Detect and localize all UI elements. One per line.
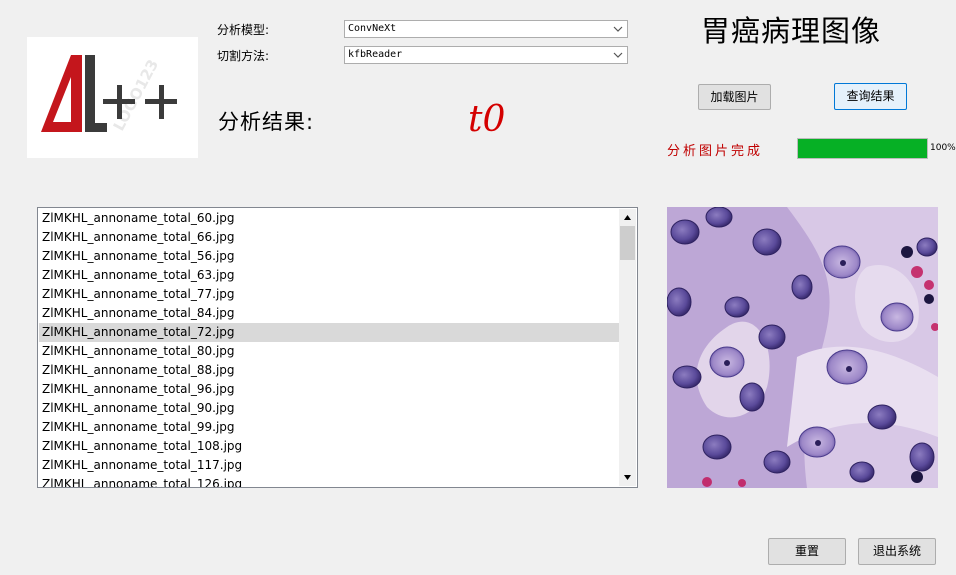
list-item[interactable]: ZlMKHL_annoname_total_84.jpg xyxy=(39,304,619,323)
status-text: 分析图片完成 xyxy=(667,144,764,159)
list-item[interactable]: ZlMKHL_annoname_total_63.jpg xyxy=(39,266,619,285)
image-preview xyxy=(667,207,938,488)
query-result-button[interactable]: 查询结果 xyxy=(834,83,907,110)
file-list[interactable]: ZlMKHL_annoname_total_60.jpg ZlMKHL_annon… xyxy=(37,207,638,488)
list-item[interactable]: ZlMKHL_annoname_total_66.jpg xyxy=(39,228,619,247)
result-label: 分析结果: xyxy=(218,110,315,134)
list-item[interactable]: ZlMKHL_annoname_total_72.jpg xyxy=(39,323,619,342)
result-value: t0 xyxy=(468,99,506,140)
model-label: 分析模型: xyxy=(217,23,270,37)
progress-fill xyxy=(798,139,927,158)
list-item[interactable]: ZlMKHL_annoname_total_90.jpg xyxy=(39,399,619,418)
list-item[interactable]: ZlMKHL_annoname_total_60.jpg xyxy=(39,209,619,228)
list-item[interactable]: ZlMKHL_annoname_total_77.jpg xyxy=(39,285,619,304)
list-item[interactable]: ZlMKHL_annoname_total_108.jpg xyxy=(39,437,619,456)
cut-label: 切割方法: xyxy=(217,49,270,63)
cut-method-value: kfbReader xyxy=(348,49,403,60)
chevron-down-icon xyxy=(613,26,623,32)
list-item[interactable]: ZlMKHL_annoname_total_99.jpg xyxy=(39,418,619,437)
model-select-value: ConvNeXt xyxy=(348,23,397,34)
histology-image xyxy=(667,207,938,488)
scroll-down-icon[interactable] xyxy=(619,469,636,486)
cut-method-select[interactable]: kfbReader xyxy=(344,46,628,64)
list-item[interactable]: ZlMKHL_annoname_total_117.jpg xyxy=(39,456,619,475)
scroll-up-icon[interactable] xyxy=(619,209,636,226)
reset-button[interactable]: 重置 xyxy=(768,538,846,565)
vertical-scrollbar[interactable] xyxy=(619,209,636,486)
logo: LOGO123 xyxy=(27,37,198,158)
load-image-button[interactable]: 加载图片 xyxy=(698,84,771,110)
list-item[interactable]: ZlMKHL_annoname_total_96.jpg xyxy=(39,380,619,399)
chevron-down-icon xyxy=(613,52,623,58)
scroll-thumb[interactable] xyxy=(620,226,635,260)
progress-percent: 100% xyxy=(930,143,956,153)
list-item[interactable]: ZlMKHL_annoname_total_126.jpg xyxy=(39,475,619,487)
exit-button[interactable]: 退出系统 xyxy=(858,538,936,565)
list-item[interactable]: ZlMKHL_annoname_total_56.jpg xyxy=(39,247,619,266)
list-item[interactable]: ZlMKHL_annoname_total_80.jpg xyxy=(39,342,619,361)
page-title: 胃癌病理图像 xyxy=(701,14,882,48)
list-item[interactable]: ZlMKHL_annoname_total_88.jpg xyxy=(39,361,619,380)
progress-bar xyxy=(797,138,928,159)
model-select[interactable]: ConvNeXt xyxy=(344,20,628,38)
